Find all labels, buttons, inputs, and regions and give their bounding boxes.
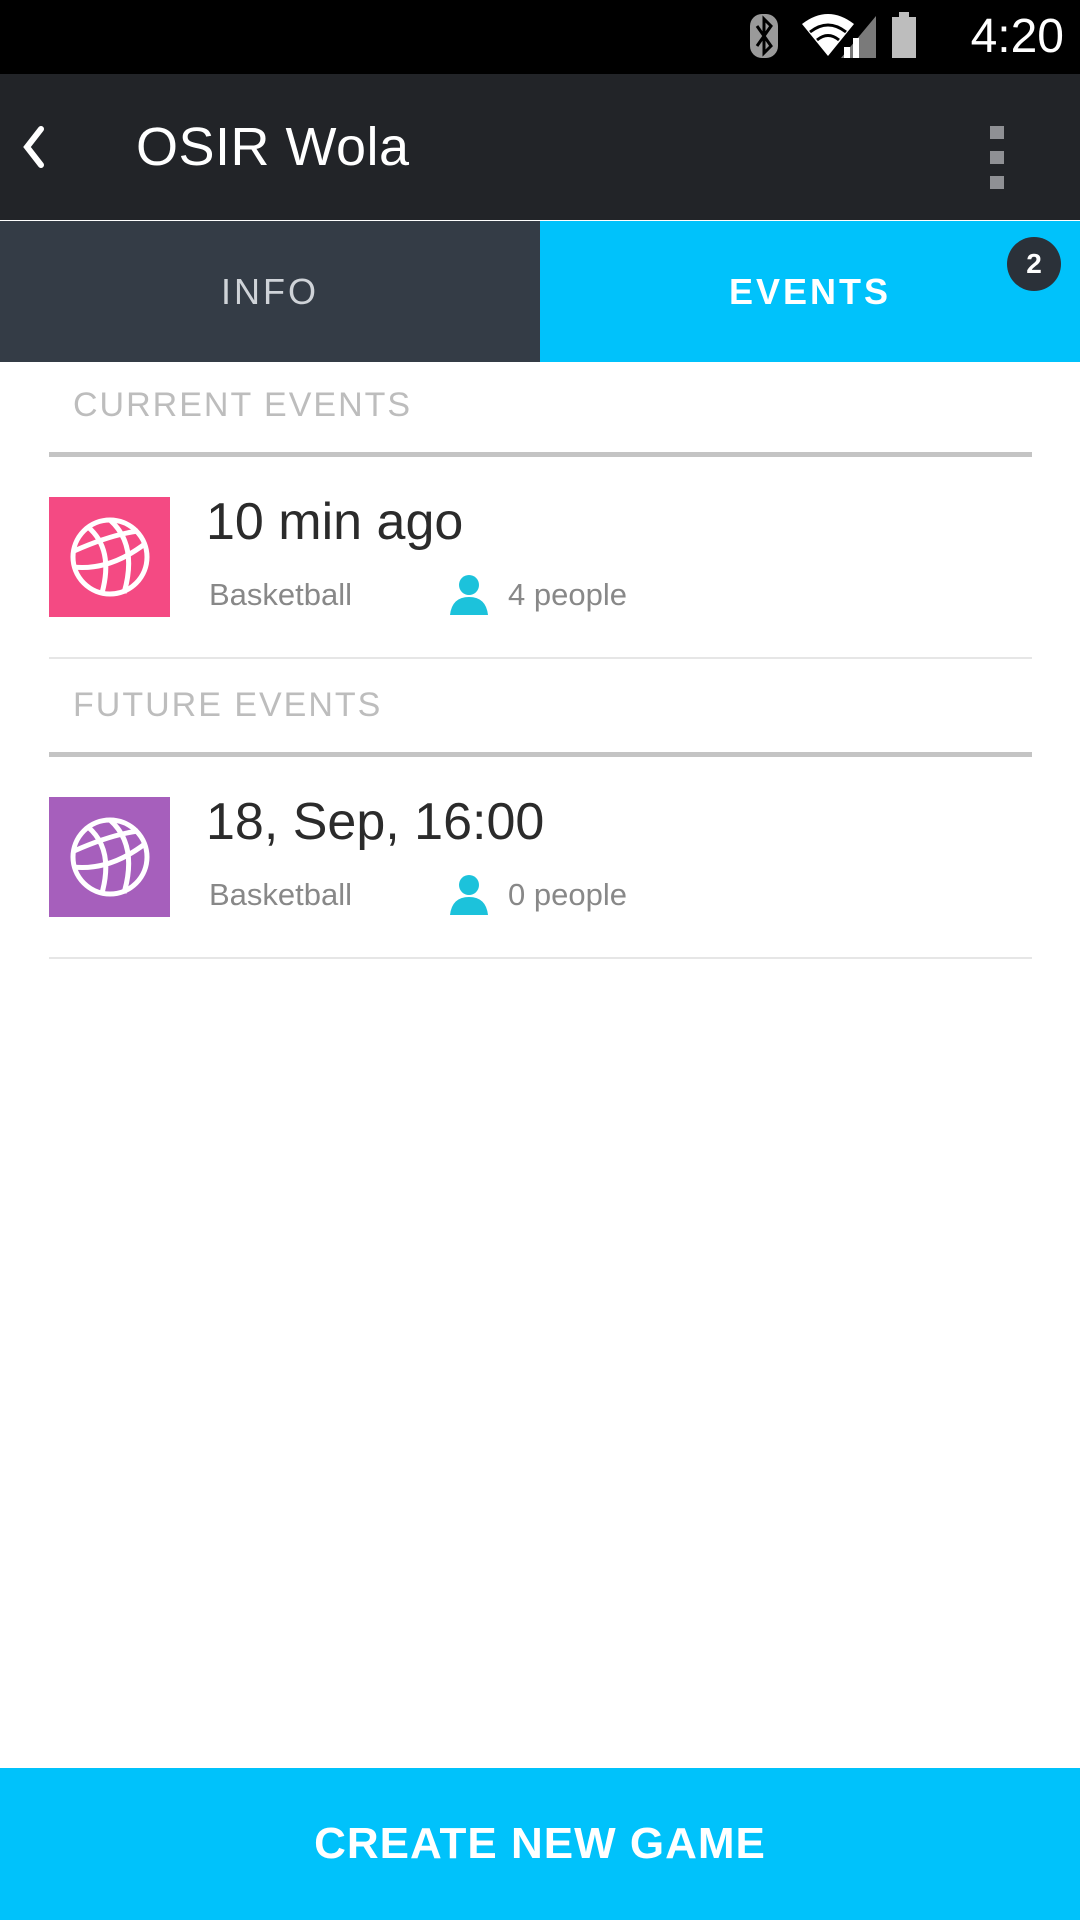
tab-events[interactable]: EVENTS: [540, 221, 1080, 362]
tab-info-label: INFO: [221, 270, 319, 312]
event-time: 10 min ago: [206, 493, 464, 551]
section-header-current: CURRENT EVENTS: [73, 386, 413, 424]
event-row[interactable]: 10 min ago Basketball 4 people: [49, 493, 1032, 617]
event-people-count: 0 people: [508, 877, 627, 912]
basketball-icon: [70, 817, 149, 897]
overflow-menu-icon[interactable]: [970, 112, 1024, 202]
events-count-badge: 2: [1007, 237, 1061, 291]
tab-events-label: EVENTS: [728, 270, 892, 312]
app-bar: OSIR Wola: [0, 74, 1080, 220]
event-time: 18, Sep, 16:00: [206, 793, 545, 851]
menu-dot: [990, 125, 1004, 139]
event-sport-tile: [49, 797, 170, 917]
event-row[interactable]: 18, Sep, 16:00 Basketball 0 people: [49, 793, 1032, 917]
event-people-count: 4 people: [508, 577, 627, 612]
row-divider: [49, 957, 1032, 959]
basketball-icon: [70, 517, 149, 597]
bluetooth-icon: [750, 14, 778, 58]
tab-info[interactable]: INFO: [0, 221, 540, 362]
event-sport: Basketball: [209, 877, 353, 912]
chevron-left-icon: [23, 126, 44, 168]
event-sport: Basketball: [209, 577, 353, 612]
section-header-future: FUTURE EVENTS: [73, 686, 383, 724]
back-button[interactable]: [4, 104, 64, 190]
page-title: OSIR Wola: [136, 117, 410, 177]
menu-dot: [990, 150, 1004, 164]
create-new-game-button[interactable]: CREATE NEW GAME: [0, 1768, 1080, 1920]
section-divider: [49, 452, 1032, 457]
event-sport-tile: [49, 497, 170, 617]
status-time: 4:20: [970, 10, 1064, 63]
battery-icon: [892, 12, 916, 58]
tab-bar: INFO EVENTS: [0, 221, 1080, 362]
create-new-game-label: CREATE NEW GAME: [314, 1819, 766, 1868]
section-divider: [49, 752, 1032, 757]
menu-dot: [990, 175, 1004, 189]
person-icon: [450, 875, 488, 915]
status-bar: 4:20: [0, 0, 1080, 74]
person-icon: [450, 575, 488, 615]
row-divider: [49, 657, 1032, 659]
